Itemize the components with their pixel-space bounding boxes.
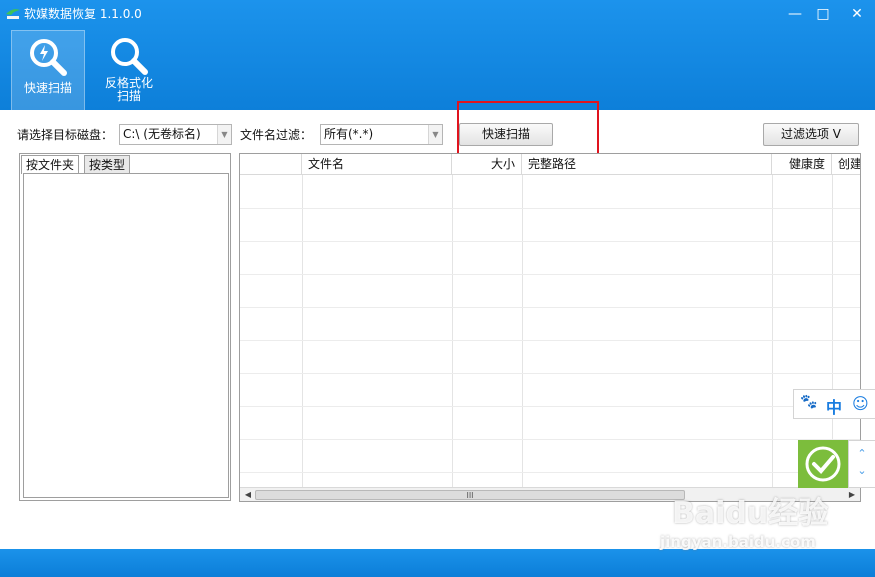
row-divider	[240, 472, 860, 473]
chevron-down-icon: ▼	[217, 125, 231, 144]
folder-tree[interactable]	[23, 173, 229, 498]
row-divider	[240, 274, 860, 275]
row-divider	[240, 406, 860, 407]
unformat-scan-tool[interactable]: 反格式化 扫描	[95, 30, 163, 110]
quick-scan-tool[interactable]: 快速扫描	[11, 30, 85, 110]
quick-scan-label: 快速扫描	[23, 81, 72, 95]
baidu-watermark-url: jingyan.baidu.com	[660, 533, 816, 551]
scroll-right-icon[interactable]: ▶	[846, 489, 858, 501]
target-disk-select[interactable]: C:\ (无卷标名) ▼	[119, 124, 232, 145]
chinese-input-icon[interactable]: 中	[826, 394, 842, 418]
filename-filter-select[interactable]: 所有(*.*) ▼	[320, 124, 443, 145]
filename-filter-value: 所有(*.*)	[324, 127, 374, 141]
chevron-down-icon: ▼	[428, 125, 442, 144]
column-header-select[interactable]	[240, 154, 302, 175]
title-toolbar-area: 软媒数据恢复 1.1.0.0 — □ ✕ 快速扫描 反格式化 扫描	[0, 0, 875, 110]
chevron-up-icon[interactable]: ⌃	[849, 447, 875, 460]
column-header-path[interactable]: 完整路径	[522, 154, 772, 175]
chevron-down-icon[interactable]: ⌄	[849, 464, 875, 477]
paw-icon[interactable]: 🐾	[800, 394, 817, 410]
row-divider	[240, 208, 860, 209]
widget-scroll-arrows[interactable]: ⌃ ⌄	[848, 440, 875, 488]
row-divider	[240, 373, 860, 374]
category-panel: 按文件夹 按类型	[19, 153, 231, 501]
column-divider	[522, 175, 523, 487]
checkmark-icon	[805, 446, 841, 482]
tab-by-folder[interactable]: 按文件夹	[21, 155, 80, 174]
row-divider	[240, 340, 860, 341]
row-divider	[240, 307, 860, 308]
maximize-button[interactable]: □	[811, 4, 835, 24]
scrollbar-thumb[interactable]: III	[255, 490, 685, 500]
target-disk-label: 请选择目标磁盘：	[17, 128, 114, 142]
unformat-scan-icon	[111, 38, 148, 75]
status-bar	[0, 549, 875, 577]
scroll-left-icon[interactable]: ◀	[242, 489, 254, 501]
column-divider	[302, 175, 303, 487]
filter-options-button[interactable]: 过滤选项 V	[763, 123, 859, 146]
input-method-toolbar[interactable]: 🐾 中 ☺	[793, 389, 875, 419]
window-title: 软媒数据恢复 1.1.0.0	[24, 7, 142, 21]
unformat-scan-label-line2: 扫描	[116, 89, 141, 103]
checkmark-widget[interactable]	[798, 440, 848, 488]
row-divider	[240, 241, 860, 242]
baidu-watermark-logo: Baidu经验	[672, 496, 829, 531]
row-divider	[240, 439, 860, 440]
column-header-health[interactable]: 健康度	[772, 154, 832, 175]
file-table[interactable]: 文件名 大小 完整路径 健康度 创建 ◀ III ▶	[239, 153, 861, 502]
target-disk-value: C:\ (无卷标名)	[123, 127, 201, 141]
filename-filter-label: 文件名过滤：	[240, 128, 313, 142]
column-divider	[452, 175, 453, 487]
column-header-created[interactable]: 创建	[832, 154, 860, 175]
table-header: 文件名 大小 完整路径 健康度 创建	[240, 154, 860, 175]
close-button[interactable]: ✕	[845, 4, 869, 24]
minimize-button[interactable]: —	[783, 4, 807, 24]
column-divider	[772, 175, 773, 487]
column-header-size[interactable]: 大小	[452, 154, 522, 175]
quick-scan-icon	[30, 39, 67, 76]
column-header-filename[interactable]: 文件名	[302, 154, 452, 175]
app-logo-icon	[6, 9, 20, 19]
tab-by-type[interactable]: 按类型	[84, 155, 131, 174]
smiley-icon[interactable]: ☺	[852, 394, 869, 413]
